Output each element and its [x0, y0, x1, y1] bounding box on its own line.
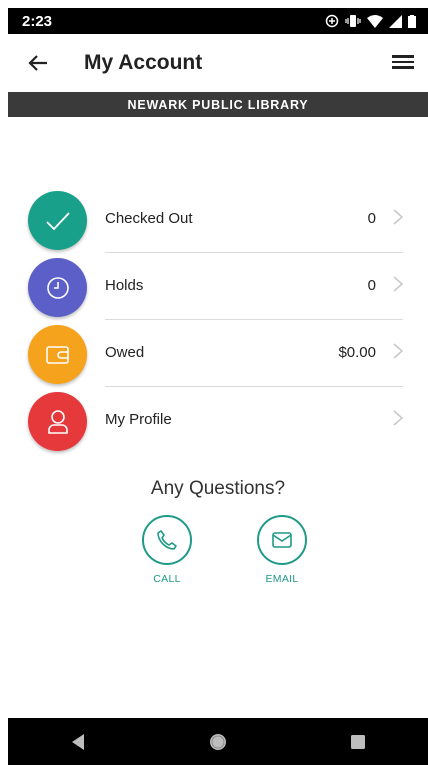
vibrate-icon — [345, 15, 361, 27]
email-label: EMAIL — [265, 573, 299, 585]
chevron-right-icon — [393, 410, 404, 426]
checked-out-row[interactable]: Checked Out 0 — [8, 186, 428, 253]
hamburger-icon-line — [392, 60, 414, 63]
data-saver-icon — [325, 14, 339, 28]
arrow-left-icon — [28, 55, 47, 71]
checked-out-count: 0 — [367, 210, 376, 227]
holds-row[interactable]: Holds 0 — [8, 253, 428, 320]
checked-out-badge — [28, 191, 87, 250]
email-ring — [257, 515, 307, 565]
holds-count: 0 — [367, 277, 376, 294]
wifi-icon — [367, 14, 383, 28]
nav-home-button[interactable] — [198, 727, 238, 757]
status-icons — [325, 14, 416, 28]
holds-badge — [28, 258, 87, 317]
owed-badge — [28, 325, 87, 384]
menu-button[interactable] — [392, 52, 414, 74]
clock-icon — [46, 276, 69, 299]
envelope-icon — [272, 532, 292, 548]
holds-label: Holds — [105, 277, 144, 294]
chevron-right-icon — [393, 209, 404, 225]
system-nav-bar — [8, 718, 428, 765]
nav-recents-button[interactable] — [338, 727, 378, 757]
hamburger-icon-line — [392, 55, 414, 58]
person-icon — [47, 409, 68, 434]
app-bar: My Account — [8, 34, 428, 92]
my-profile-label: My Profile — [105, 411, 172, 428]
circle-home-icon — [210, 733, 226, 750]
status-time: 2:23 — [22, 12, 53, 30]
email-button[interactable]: EMAIL — [242, 515, 322, 585]
nav-back-button[interactable] — [58, 727, 98, 757]
account-list: Checked Out 0 Holds 0 Owed $0.00 My Prof… — [8, 186, 428, 454]
my-profile-row[interactable]: My Profile — [8, 387, 428, 454]
my-profile-badge — [28, 392, 87, 451]
phone-icon — [157, 530, 177, 550]
triangle-back-icon — [72, 733, 84, 750]
square-recents-icon — [351, 734, 365, 749]
call-ring — [142, 515, 192, 565]
app-screen: 2:23 My Account NEWARK PUBLIC LIBRARY Ch… — [8, 8, 428, 765]
owed-label: Owed — [105, 344, 145, 361]
battery-icon — [408, 14, 416, 28]
chevron-right-icon — [393, 343, 404, 359]
call-label: CALL — [153, 573, 181, 585]
questions-heading: Any Questions? — [150, 478, 286, 499]
status-bar: 2:23 — [8, 8, 428, 34]
owed-row[interactable]: Owed $0.00 — [8, 320, 428, 387]
chevron-right-icon — [393, 276, 404, 292]
page-title: My Account — [84, 51, 203, 74]
call-button[interactable]: CALL — [127, 515, 207, 585]
back-button[interactable] — [26, 51, 50, 75]
check-icon — [45, 211, 70, 230]
wallet-icon — [45, 345, 69, 364]
hamburger-icon-line — [392, 66, 414, 69]
library-banner: NEWARK PUBLIC LIBRARY — [8, 92, 428, 117]
signal-icon — [389, 14, 402, 28]
owed-amount: $0.00 — [338, 344, 376, 361]
checked-out-label: Checked Out — [105, 210, 193, 227]
